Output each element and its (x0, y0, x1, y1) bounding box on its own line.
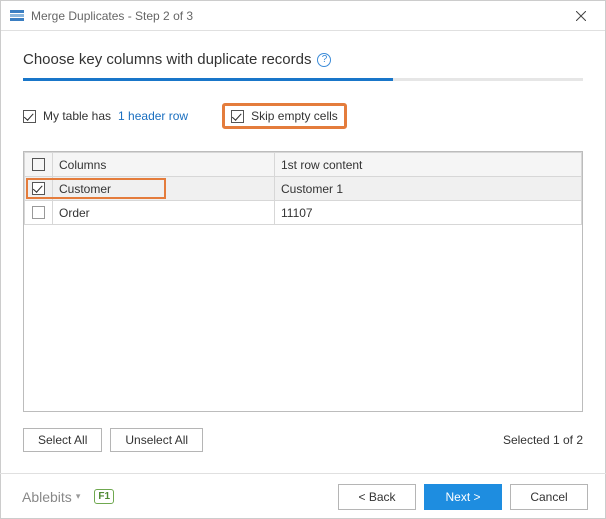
header-row-link[interactable]: 1 header row (118, 109, 188, 123)
row-check-cell[interactable] (25, 177, 53, 201)
heading-text: Choose key columns with duplicate record… (23, 51, 311, 68)
option-skip-empty[interactable]: Skip empty cells (231, 109, 338, 123)
step-progress-fill (23, 78, 393, 81)
back-button[interactable]: < Back (338, 484, 416, 510)
cancel-button[interactable]: Cancel (510, 484, 588, 510)
brand-menu[interactable]: Ablebits ▾ (22, 489, 80, 505)
options-row: My table has 1 header row Skip empty cel… (23, 103, 583, 129)
help-f1-badge[interactable]: F1 (94, 489, 114, 504)
header-select-all-cell[interactable] (25, 153, 53, 177)
row-first-content: 11107 (281, 206, 313, 220)
row-checkbox-icon (32, 182, 45, 195)
select-all-button[interactable]: Select All (23, 428, 102, 452)
table-row[interactable]: Customer Customer 1 (25, 177, 582, 201)
checkbox-icon (23, 110, 36, 123)
row-column-name: Order (59, 206, 90, 220)
brand-label: Ablebits (22, 489, 72, 505)
chevron-down-icon: ▾ (76, 491, 81, 502)
table-header-row: Columns 1st row content (25, 153, 582, 177)
window-title: Merge Duplicates - Step 2 of 3 (31, 9, 561, 23)
close-button[interactable] (561, 2, 601, 30)
header-columns-label: Columns (59, 158, 106, 172)
select-all-checkbox-icon (32, 158, 45, 171)
columns-table: Columns 1st row content (23, 151, 583, 412)
table-empty-area (24, 225, 582, 411)
row-check-cell[interactable] (25, 201, 53, 225)
highlight-skip-empty: Skip empty cells (222, 103, 347, 129)
row-column-name: Customer (59, 182, 111, 196)
next-button[interactable]: Next > (424, 484, 502, 510)
content-area: Choose key columns with duplicate record… (1, 31, 605, 452)
option-has-header-row[interactable]: My table has 1 header row (23, 109, 188, 123)
page-heading: Choose key columns with duplicate record… (23, 51, 583, 68)
unselect-all-button[interactable]: Unselect All (110, 428, 203, 452)
app-merge-icon (9, 8, 25, 24)
table-row[interactable]: Order 11107 (25, 201, 582, 225)
row-first-content: Customer 1 (281, 182, 343, 196)
selection-status: Selected 1 of 2 (503, 433, 583, 447)
checkbox-icon (231, 110, 244, 123)
option-has-header-prefix: My table has (43, 109, 111, 123)
help-icon[interactable]: ? (317, 53, 331, 67)
option-skip-empty-label: Skip empty cells (251, 109, 338, 123)
step-progress (23, 78, 583, 81)
header-firstrow-label: 1st row content (281, 158, 362, 172)
close-icon (576, 11, 586, 21)
titlebar: Merge Duplicates - Step 2 of 3 (1, 1, 605, 31)
selection-actions: Select All Unselect All Selected 1 of 2 (23, 412, 583, 452)
row-checkbox-icon (32, 206, 45, 219)
wizard-nav: < Back Next > Cancel (338, 484, 588, 510)
footer-bar: Ablebits ▾ F1 < Back Next > Cancel (0, 473, 606, 519)
